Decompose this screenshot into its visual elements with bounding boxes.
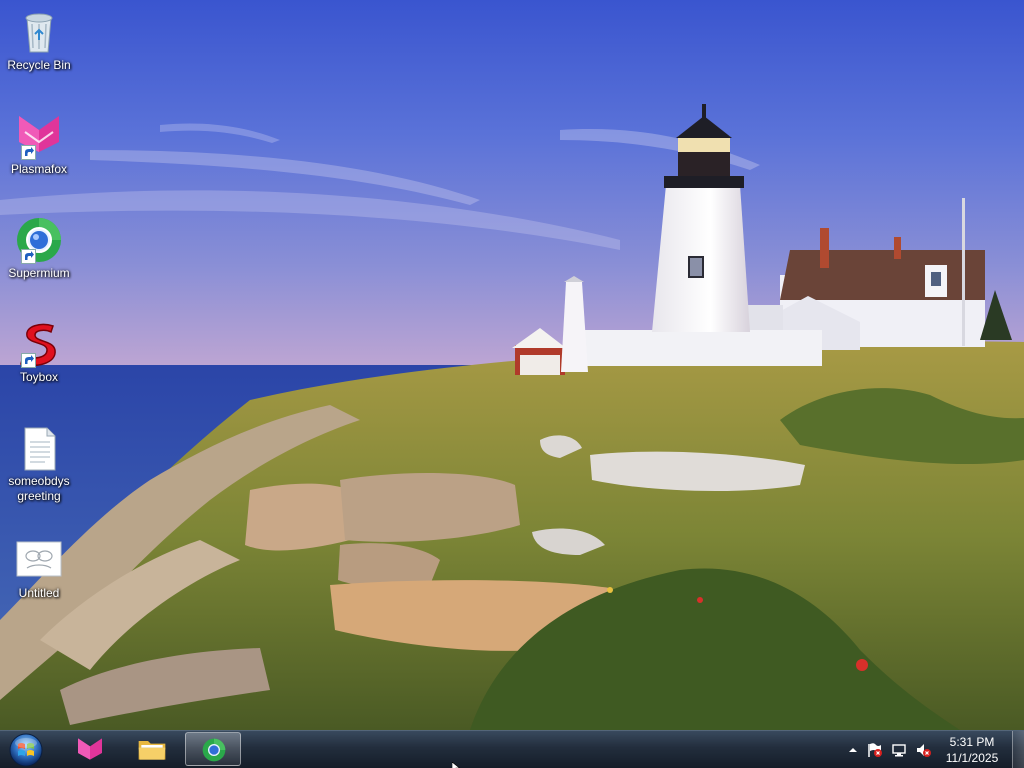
- tray-action-center[interactable]: [867, 742, 883, 758]
- paint-image-icon: [15, 536, 63, 584]
- tray-volume[interactable]: [915, 742, 931, 758]
- volume-muted-icon: [917, 744, 931, 757]
- desktop-icon-label: Toybox: [19, 370, 59, 384]
- desktop-icon-label: someobdys greeting: [8, 474, 70, 503]
- toybox-icon: [15, 320, 63, 368]
- shortcut-arrow-icon: [21, 353, 36, 368]
- show-desktop-button[interactable]: [1012, 731, 1024, 768]
- clock-time: 5:31 PM: [949, 735, 995, 749]
- action-center-flag-icon: [868, 743, 882, 757]
- desktop-icon-toybox[interactable]: Toybox: [4, 320, 74, 385]
- supermium-icon: [15, 216, 63, 264]
- folder-icon: [138, 741, 166, 760]
- start-button[interactable]: [6, 733, 46, 767]
- plasmafox-icon: [78, 738, 102, 760]
- taskbar: 5:31 PM 11/1/2025: [0, 730, 1024, 768]
- desktop-icon-plasmafox[interactable]: Plasmafox: [4, 112, 74, 177]
- network-icon: [892, 744, 906, 757]
- desktop-icon-label: Untitled: [18, 586, 60, 600]
- text-document-icon: [15, 424, 63, 472]
- shortcut-arrow-icon: [21, 145, 36, 160]
- recycle-bin-icon: [15, 8, 63, 56]
- desktop-icon-recycle-bin[interactable]: Recycle Bin: [4, 8, 74, 73]
- taskbar-app-file-explorer[interactable]: [124, 732, 180, 766]
- desktop-icon-label: Recycle Bin: [7, 58, 71, 72]
- taskbar-app-supermium[interactable]: [185, 732, 241, 766]
- plasmafox-icon: [15, 112, 63, 160]
- windows-orb-icon: [9, 733, 43, 767]
- taskbar-app-plasmafox[interactable]: [62, 732, 118, 766]
- desktop-icon-label: Supermium: [8, 266, 70, 280]
- mouse-cursor-icon: [452, 762, 460, 768]
- desktop-icon-someobdys-greeting[interactable]: someobdys greeting: [4, 424, 74, 504]
- supermium-icon: [202, 738, 226, 762]
- desktop-icon-label: Plasmafox: [10, 162, 68, 176]
- chevron-up-icon: [849, 748, 857, 752]
- desktop[interactable]: Recycle Bin Plasmafox Supermium Toybox s…: [0, 0, 1024, 768]
- shortcut-arrow-icon: [21, 249, 36, 264]
- desktop-wallpaper: [0, 0, 1024, 730]
- clock-date: 11/1/2025: [945, 751, 999, 765]
- tray-network[interactable]: [891, 742, 907, 758]
- taskbar-clock[interactable]: 5:31 PM 11/1/2025: [932, 734, 1012, 766]
- show-hidden-icons-button[interactable]: [845, 742, 861, 758]
- desktop-icon-supermium[interactable]: Supermium: [4, 216, 74, 281]
- desktop-icon-untitled[interactable]: Untitled: [4, 536, 74, 601]
